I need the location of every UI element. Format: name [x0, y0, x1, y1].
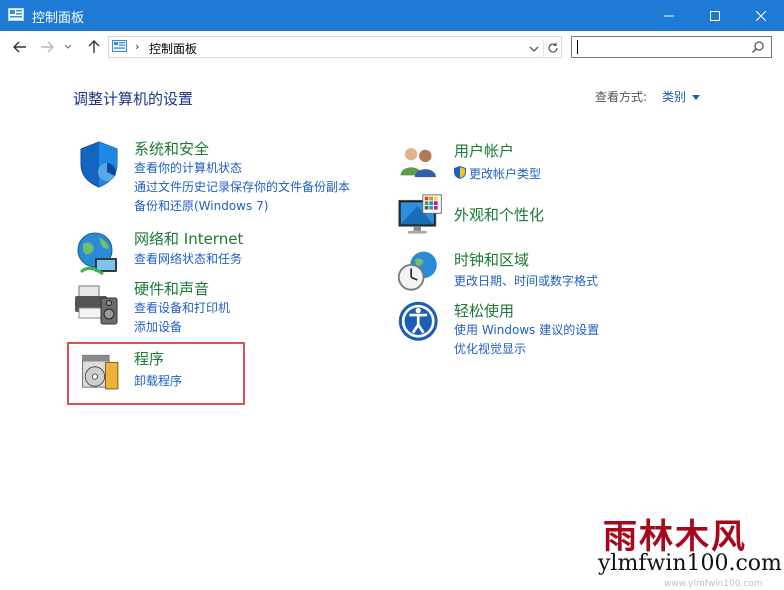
search-box[interactable]	[571, 36, 772, 58]
chevron-down-icon	[64, 44, 72, 49]
forward-arrow-icon	[41, 41, 54, 53]
category-system-security: 系统和安全 查看你的计算机状态 通过文件历史记录保存你的文件备份副本 备份和还原…	[73, 138, 373, 218]
dropdown-arrow-icon	[692, 95, 701, 100]
category-title-appearance[interactable]: 外观和个性化	[454, 204, 544, 225]
category-title-ease-of-access[interactable]: 轻松使用	[454, 300, 514, 321]
link-backup-restore[interactable]: 备份和还原(Windows 7)	[134, 197, 268, 214]
chevron-down-icon	[529, 46, 539, 52]
link-recommended-settings[interactable]: 使用 Windows 建议的设置	[454, 321, 599, 338]
close-icon	[756, 10, 766, 21]
category-ease-of-access: 轻松使用 使用 Windows 建议的设置 优化视觉显示	[397, 300, 697, 356]
category-title-system-security[interactable]: 系统和安全	[134, 138, 209, 159]
category-programs: 程序 卸载程序	[73, 348, 243, 396]
link-add-device[interactable]: 添加设备	[134, 318, 182, 335]
category-title-user-accounts[interactable]: 用户帐户	[454, 140, 514, 161]
users-icon	[400, 147, 436, 178]
address-dropdown-button[interactable]	[527, 41, 541, 55]
back-button[interactable]	[10, 37, 30, 57]
minimize-icon	[664, 15, 674, 16]
link-devices-printers[interactable]: 查看设备和打印机	[134, 299, 230, 316]
category-title-hardware-sound[interactable]: 硬件和声音	[134, 278, 209, 299]
monitor-palette-icon	[398, 194, 442, 234]
view-by-label: 查看方式:	[595, 90, 648, 104]
search-input[interactable]	[576, 39, 746, 55]
window-title: 控制面板	[32, 11, 85, 26]
printer-speaker-icon	[75, 285, 118, 325]
category-clock-region: 时钟和区域 更改日期、时间或数字格式	[397, 249, 697, 297]
network-globe-icon	[77, 232, 117, 276]
link-file-history-backup[interactable]: 通过文件历史记录保存你的文件备份副本	[134, 178, 350, 195]
watermark-faint-url: www.ylmfwin100.com	[664, 579, 763, 589]
maximize-icon	[710, 10, 720, 21]
view-by-dropdown[interactable]: 类别	[662, 88, 701, 105]
link-view-computer-status[interactable]: 查看你的计算机状态	[134, 159, 242, 176]
back-arrow-icon	[13, 41, 26, 53]
control-panel-icon	[112, 40, 127, 52]
recent-locations-button[interactable]	[62, 37, 74, 57]
minimize-button[interactable]	[646, 0, 692, 31]
control-panel-icon	[8, 8, 24, 21]
programs-disc-icon	[82, 354, 119, 390]
refresh-icon	[547, 42, 558, 53]
link-change-date-time[interactable]: 更改日期、时间或数字格式	[454, 272, 598, 289]
category-user-accounts: 用户帐户 更改帐户类型	[397, 140, 697, 188]
category-title-programs[interactable]: 程序	[134, 348, 164, 369]
watermark-url: ylmfwin100.com	[598, 551, 782, 576]
category-appearance: 外观和个性化	[397, 193, 697, 243]
title-bar: 控制面板	[0, 0, 784, 31]
breadcrumb-separator: ›	[135, 40, 140, 53]
close-button[interactable]	[738, 0, 784, 31]
link-change-account-type[interactable]: 更改帐户类型	[469, 165, 541, 182]
breadcrumb-control-panel[interactable]: 控制面板	[149, 40, 197, 57]
category-hardware-sound: 硬件和声音 查看设备和打印机 添加设备	[73, 278, 373, 338]
link-optimize-display[interactable]: 优化视觉显示	[454, 340, 526, 357]
category-title-clock-region[interactable]: 时钟和区域	[454, 249, 529, 270]
clock-globe-icon	[397, 251, 437, 291]
shield-icon	[80, 141, 118, 188]
category-title-network-internet[interactable]: 网络和 Internet	[134, 228, 243, 249]
search-icon[interactable]	[751, 40, 765, 54]
link-network-status[interactable]: 查看网络状态和任务	[134, 250, 242, 267]
up-button[interactable]	[84, 37, 104, 57]
link-uninstall-program[interactable]: 卸载程序	[134, 372, 182, 389]
view-by-value: 类别	[662, 90, 687, 104]
up-arrow-icon	[88, 40, 100, 53]
text-caret	[577, 40, 578, 54]
category-network-internet: 网络和 Internet 查看网络状态和任务	[73, 228, 373, 276]
uac-shield-icon	[454, 166, 466, 179]
ease-of-access-icon	[398, 301, 438, 341]
maximize-button[interactable]	[692, 0, 738, 31]
page-title: 调整计算机的设置	[73, 90, 194, 108]
address-field[interactable]: › 控制面板	[108, 36, 562, 58]
forward-button[interactable]	[37, 37, 57, 57]
refresh-button[interactable]	[543, 39, 561, 57]
